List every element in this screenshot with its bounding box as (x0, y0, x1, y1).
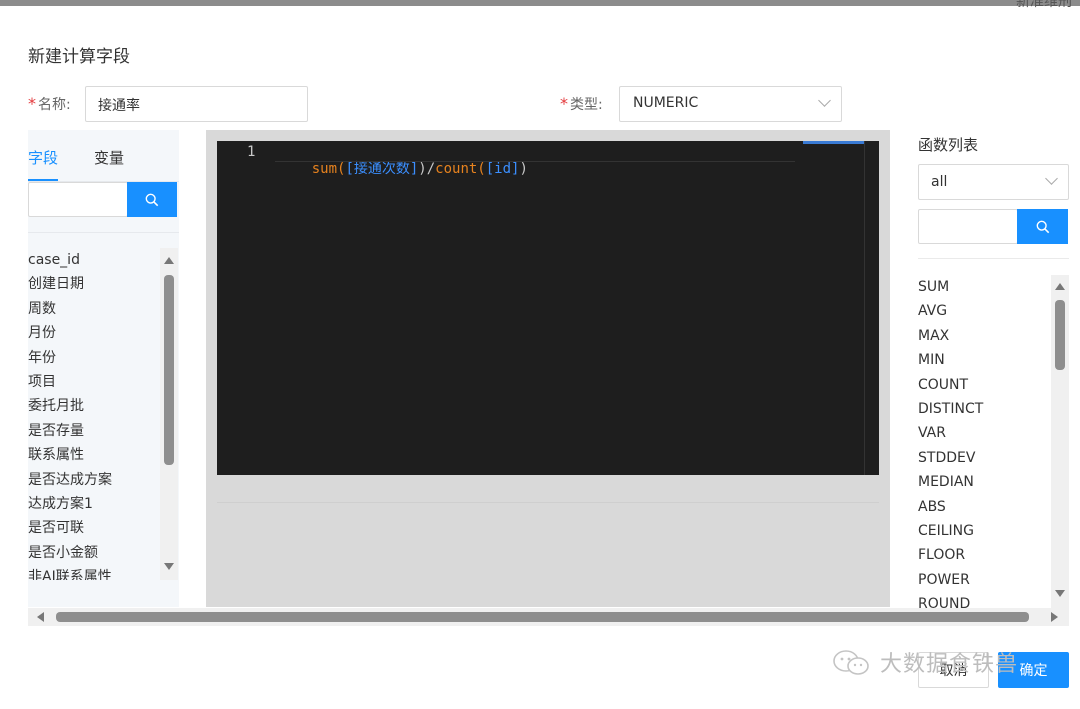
function-search-button[interactable] (1017, 209, 1068, 244)
function-list-item[interactable]: ROUND (918, 592, 1048, 609)
token-field: [接通次数] (345, 161, 419, 177)
field-list: case_id 创建日期 周数 月份 年份 项目 委托月批 是否存量 联系属性 是否达成方案 达成方… (28, 248, 158, 580)
cursor-line-highlight (275, 161, 795, 162)
scroll-up-icon[interactable] (164, 257, 174, 264)
search-icon (1036, 220, 1049, 233)
code-line[interactable]: sum([接通次数])/count([id]) (278, 142, 528, 194)
name-required-mark: * (28, 94, 36, 113)
function-list-item[interactable]: AVG (918, 299, 1048, 323)
function-list-item[interactable]: FLOOR (918, 543, 1048, 567)
scroll-left-icon[interactable] (37, 612, 44, 622)
name-input-value: 接通率 (98, 98, 140, 114)
function-list-item[interactable]: VAR (918, 421, 1048, 445)
function-list-item[interactable]: MEDIAN (918, 470, 1048, 494)
token-op: ) (519, 161, 528, 177)
function-list-item[interactable]: DISTINCT (918, 397, 1048, 421)
function-category-select[interactable]: all (918, 164, 1069, 200)
scroll-down-icon[interactable] (164, 563, 174, 570)
scroll-down-icon[interactable] (1055, 590, 1065, 597)
tab-variables[interactable]: 变量 (94, 147, 124, 168)
scroll-up-icon[interactable] (1055, 283, 1065, 290)
function-list-item[interactable]: CEILING (918, 519, 1048, 543)
horizontal-scroll-thumb[interactable] (56, 612, 1029, 622)
type-label: 类型: (570, 97, 603, 113)
tab-fields[interactable]: 字段 (28, 147, 58, 168)
function-list-item[interactable]: COUNT (918, 373, 1048, 397)
field-list-item[interactable]: 是否达成方案 (28, 468, 158, 492)
name-label: 名称: (38, 97, 71, 113)
name-label-group: * 名称: (28, 94, 71, 114)
function-list-scroll-thumb[interactable] (1055, 300, 1065, 370)
field-list-item[interactable]: case_id (28, 248, 158, 272)
chevron-down-icon (1045, 172, 1058, 185)
type-select-value: NUMERIC (633, 95, 699, 111)
token-op: )/ (418, 161, 436, 177)
scroll-right-icon[interactable] (1051, 612, 1058, 622)
line-number: 1 (247, 144, 256, 160)
field-list-item[interactable]: 月份 (28, 321, 158, 345)
function-list-item[interactable]: MIN (918, 348, 1048, 372)
function-list-heading: 函数列表 (918, 136, 979, 154)
chevron-down-icon (818, 94, 831, 107)
wechat-icon (833, 650, 869, 675)
field-list-item[interactable]: 是否存量 (28, 419, 158, 443)
watermark-text: 大数据食铁兽 (880, 652, 1019, 677)
editor-ruler (864, 141, 865, 475)
type-required-mark: * (560, 94, 568, 113)
type-label-group: * 类型: (560, 94, 603, 114)
field-list-item[interactable]: 非AI联系属性 (28, 565, 158, 580)
search-divider (28, 232, 179, 233)
editor-divider (217, 502, 879, 503)
watermark: 大数据食铁兽 (832, 646, 1018, 678)
field-list-item[interactable]: 是否小金额 (28, 541, 158, 565)
dialog-title: 新建计算字段 (28, 47, 130, 67)
field-list-item[interactable]: 联系属性 (28, 443, 158, 467)
function-category-value: all (931, 174, 948, 190)
function-list-item[interactable]: POWER (918, 568, 1048, 592)
field-search-input[interactable] (28, 182, 128, 217)
search-icon (145, 193, 159, 206)
field-list-item[interactable]: 创建日期 (28, 272, 158, 296)
field-list-item[interactable]: 项目 (28, 370, 158, 394)
field-list-item[interactable]: 达成方案1 (28, 492, 158, 516)
function-list-item[interactable]: STDDEV (918, 446, 1048, 470)
function-list-item[interactable]: MAX (918, 324, 1048, 348)
function-list: SUM AVG MAX MIN COUNT DISTINCT VAR STDDEV MEDIAN… (918, 275, 1048, 609)
token-field: [id] (485, 161, 520, 177)
function-list-item[interactable]: SUM (918, 275, 1048, 299)
token-sum: sum( (311, 161, 346, 177)
formula-editor[interactable]: 1 sum([接通次数])/count([id]) (217, 141, 879, 475)
field-list-item[interactable]: 年份 (28, 346, 158, 370)
function-search-divider (918, 258, 1069, 259)
function-search-input[interactable] (918, 209, 1018, 244)
corner-text: 新准维刑 (1016, 0, 1072, 10)
name-input[interactable]: 接通率 (85, 86, 308, 122)
function-list-item[interactable]: ABS (918, 495, 1048, 519)
type-select[interactable]: NUMERIC (619, 86, 842, 122)
token-count: count( (435, 161, 486, 177)
field-list-item[interactable]: 是否可联 (28, 516, 158, 540)
field-list-item[interactable]: 周数 (28, 297, 158, 321)
field-list-item[interactable]: 委托月批 (28, 394, 158, 418)
top-bar (0, 0, 1080, 6)
field-list-scroll-thumb[interactable] (164, 275, 174, 465)
minimap-indicator (803, 141, 865, 144)
field-search-button[interactable] (127, 182, 177, 217)
